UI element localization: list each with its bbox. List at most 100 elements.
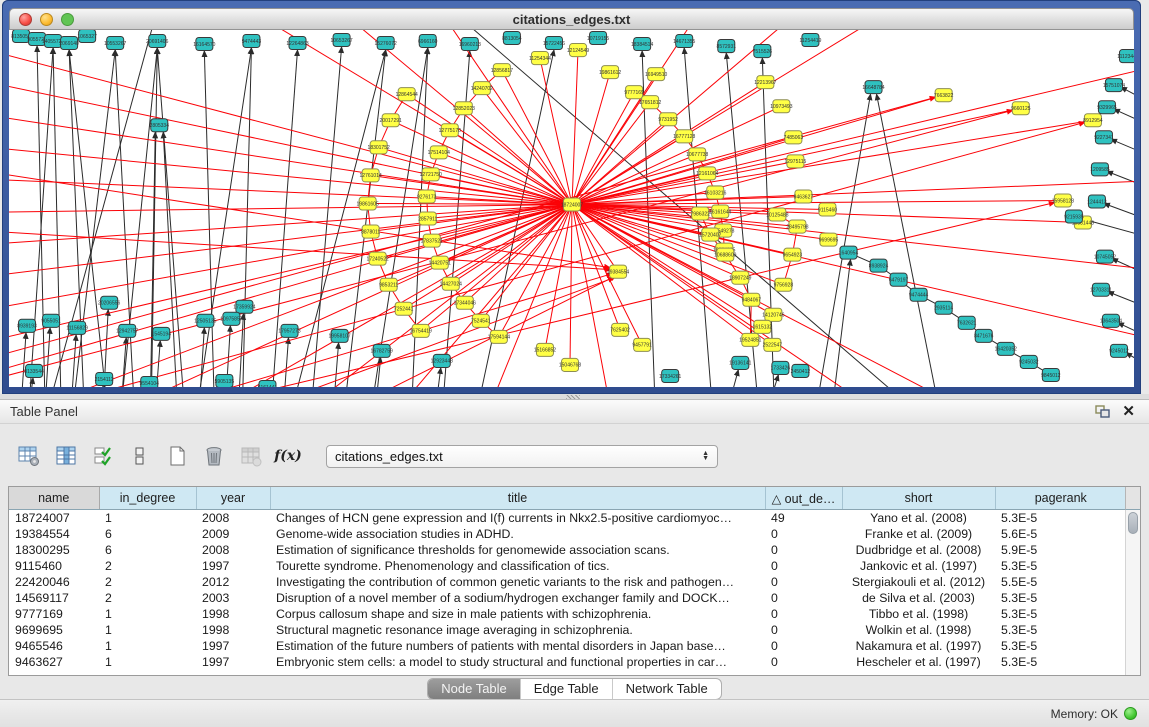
network-node[interactable]: 19861612 bbox=[599, 66, 621, 79]
network-node[interactable]: 8471676 bbox=[974, 329, 994, 342]
column-header-title[interactable]: title bbox=[270, 487, 765, 510]
network-node[interactable]: 16164570 bbox=[193, 38, 215, 51]
network-node[interactable]: 11254344 bbox=[529, 52, 551, 65]
network-node[interactable]: 9731952 bbox=[658, 113, 678, 126]
network-node[interactable]: 9777169 bbox=[624, 86, 644, 99]
vertical-scrollbar[interactable] bbox=[1125, 510, 1140, 675]
close-window-button[interactable] bbox=[19, 13, 32, 26]
network-node[interactable]: 8939193 bbox=[17, 319, 37, 332]
network-node[interactable]: 18301752 bbox=[368, 141, 390, 154]
new-document-icon[interactable] bbox=[164, 443, 190, 469]
network-node[interactable]: 19958107 bbox=[328, 329, 350, 342]
network-node[interactable]: 14427024 bbox=[440, 277, 462, 290]
table-row[interactable]: 1456911722003Disruption of a novel membe… bbox=[9, 590, 1127, 606]
network-node[interactable]: 12864544 bbox=[396, 88, 418, 101]
network-node[interactable]: 16161644 bbox=[709, 205, 731, 218]
row-height-icon[interactable] bbox=[127, 443, 153, 469]
tab-network-table[interactable]: Network Table bbox=[613, 679, 721, 699]
network-node[interactable]: 8572931 bbox=[717, 40, 737, 53]
network-node[interactable]: 17359924 bbox=[233, 300, 255, 313]
delete-icon[interactable] bbox=[201, 443, 227, 469]
network-node[interactable]: 16960213 bbox=[459, 38, 481, 51]
network-node[interactable]: 1209585 bbox=[1090, 163, 1110, 176]
network-node[interactable]: 1640954 bbox=[839, 246, 859, 259]
network-node[interactable]: 11156829 bbox=[66, 321, 88, 334]
network-canvas[interactable]: 1872400712856817142407021285202312775170… bbox=[9, 30, 1134, 387]
network-node[interactable]: 12213967 bbox=[754, 76, 776, 89]
network-node[interactable]: 13643504 bbox=[1100, 314, 1122, 327]
network-node[interactable]: 9699695 bbox=[819, 233, 839, 246]
network-node[interactable]: 16949510 bbox=[645, 68, 667, 81]
network-node[interactable]: 7515526 bbox=[753, 45, 773, 58]
network-node[interactable]: 16103216 bbox=[704, 186, 726, 199]
select-rows-icon[interactable] bbox=[90, 443, 116, 469]
network-node[interactable]: 9245032 bbox=[1019, 355, 1039, 368]
network-node[interactable]: 5905135 bbox=[215, 374, 235, 387]
column-header-in_degree[interactable]: in_degree bbox=[99, 487, 196, 510]
network-node[interactable]: 14120746 bbox=[762, 308, 784, 321]
tab-edge-table[interactable]: Edge Table bbox=[521, 679, 613, 699]
table-row[interactable]: 946362711997Embryonic stem cells: a mode… bbox=[9, 654, 1127, 670]
table-row[interactable]: 969969511998Structural magnetic resonanc… bbox=[9, 622, 1127, 638]
network-node[interactable]: 11254419 bbox=[799, 34, 821, 47]
network-node[interactable]: 18384514 bbox=[631, 38, 653, 51]
table-row[interactable]: 1938455462009Genome-wide association stu… bbox=[9, 526, 1127, 542]
column-header-year[interactable]: year bbox=[196, 487, 270, 510]
network-node[interactable]: 7485063 bbox=[784, 131, 804, 144]
network-node[interactable]: 19524851 bbox=[739, 333, 761, 346]
network-node[interactable]: 19384554 bbox=[607, 265, 629, 278]
network-node[interactable]: 8813054 bbox=[502, 32, 522, 45]
network-node[interactable]: 6966160 bbox=[418, 35, 438, 48]
citation-network-graph[interactable]: 1872400712856817142407021285202312775170… bbox=[9, 30, 1134, 387]
table-row[interactable]: 946554611997Estimation of the future num… bbox=[9, 638, 1127, 654]
network-node[interactable]: 16782759 bbox=[371, 344, 393, 357]
network-node[interactable]: 12923448 bbox=[431, 354, 453, 367]
column-header-name[interactable]: name bbox=[9, 487, 99, 510]
network-node[interactable]: 8878011 bbox=[361, 225, 380, 238]
network-node[interactable]: 17334261 bbox=[659, 369, 681, 382]
network-node[interactable]: 16777128 bbox=[673, 130, 695, 143]
column-header-pagerank[interactable]: pagerank bbox=[995, 487, 1127, 510]
network-node[interactable]: 17344046 bbox=[454, 296, 476, 309]
network-node[interactable]: 9756928 bbox=[774, 278, 794, 291]
network-node[interactable]: 9245012 bbox=[1109, 344, 1129, 357]
network-node[interactable]: 20017291 bbox=[380, 114, 402, 127]
network-node[interactable]: 9660125 bbox=[1011, 102, 1031, 115]
import-table-icon[interactable] bbox=[238, 443, 264, 469]
network-node[interactable]: 8938924 bbox=[869, 259, 889, 272]
network-node[interactable]: 15276072 bbox=[375, 37, 397, 50]
network-node[interactable]: 17594144 bbox=[488, 330, 510, 343]
table-mode-icon[interactable] bbox=[16, 443, 42, 469]
network-node[interactable]: 1545194 bbox=[152, 327, 172, 340]
table-row[interactable]: 977716911998Corpus callosum shape and si… bbox=[9, 606, 1127, 622]
tab-node-table[interactable]: Node Table bbox=[428, 679, 521, 699]
network-node[interactable]: 10975857 bbox=[220, 312, 242, 325]
network-node[interactable]: 11123445 bbox=[1117, 50, 1134, 63]
network-node[interactable]: 12761014 bbox=[360, 169, 382, 182]
network-node[interactable]: 15958128 bbox=[1052, 194, 1074, 207]
network-node[interactable]: 10973493 bbox=[770, 100, 792, 113]
network-node[interactable]: 17957273 bbox=[278, 324, 300, 337]
table-row[interactable]: 2242004622012Investigating the contribut… bbox=[9, 574, 1127, 590]
network-node[interactable]: 20206556 bbox=[98, 296, 120, 309]
network-node[interactable]: 28495798 bbox=[786, 220, 808, 233]
network-node[interactable]: 15720407 bbox=[699, 228, 721, 241]
network-node[interactable]: 20691406 bbox=[146, 35, 168, 48]
network-node[interactable]: 14420751 bbox=[429, 256, 451, 269]
network-node[interactable]: 9215935 bbox=[1064, 210, 1084, 223]
network-node[interactable]: 17837521 bbox=[421, 234, 443, 247]
column-header-out_de[interactable]: △ out_de… bbox=[765, 487, 842, 510]
network-node[interactable]: 1615132 bbox=[753, 320, 773, 333]
network-node[interactable]: 7524541 bbox=[471, 314, 491, 327]
network-node[interactable]: 12942757 bbox=[116, 324, 138, 337]
network-node[interactable]: 2450412 bbox=[791, 364, 811, 377]
network-node[interactable]: 10677738 bbox=[686, 148, 708, 161]
network-node[interactable]: 7252441 bbox=[394, 302, 414, 315]
network-node[interactable]: 7663822 bbox=[934, 89, 954, 102]
network-node[interactable]: 15046768 bbox=[559, 358, 581, 371]
network-node[interactable]: 2805334 bbox=[150, 119, 170, 132]
network-node[interactable]: 10688609 bbox=[714, 248, 736, 261]
table-select-dropdown[interactable]: citations_edges.txt ▲▼ bbox=[326, 445, 718, 468]
network-node[interactable]: 10745052 bbox=[1094, 250, 1116, 263]
memory-status-icon[interactable] bbox=[1124, 707, 1137, 720]
